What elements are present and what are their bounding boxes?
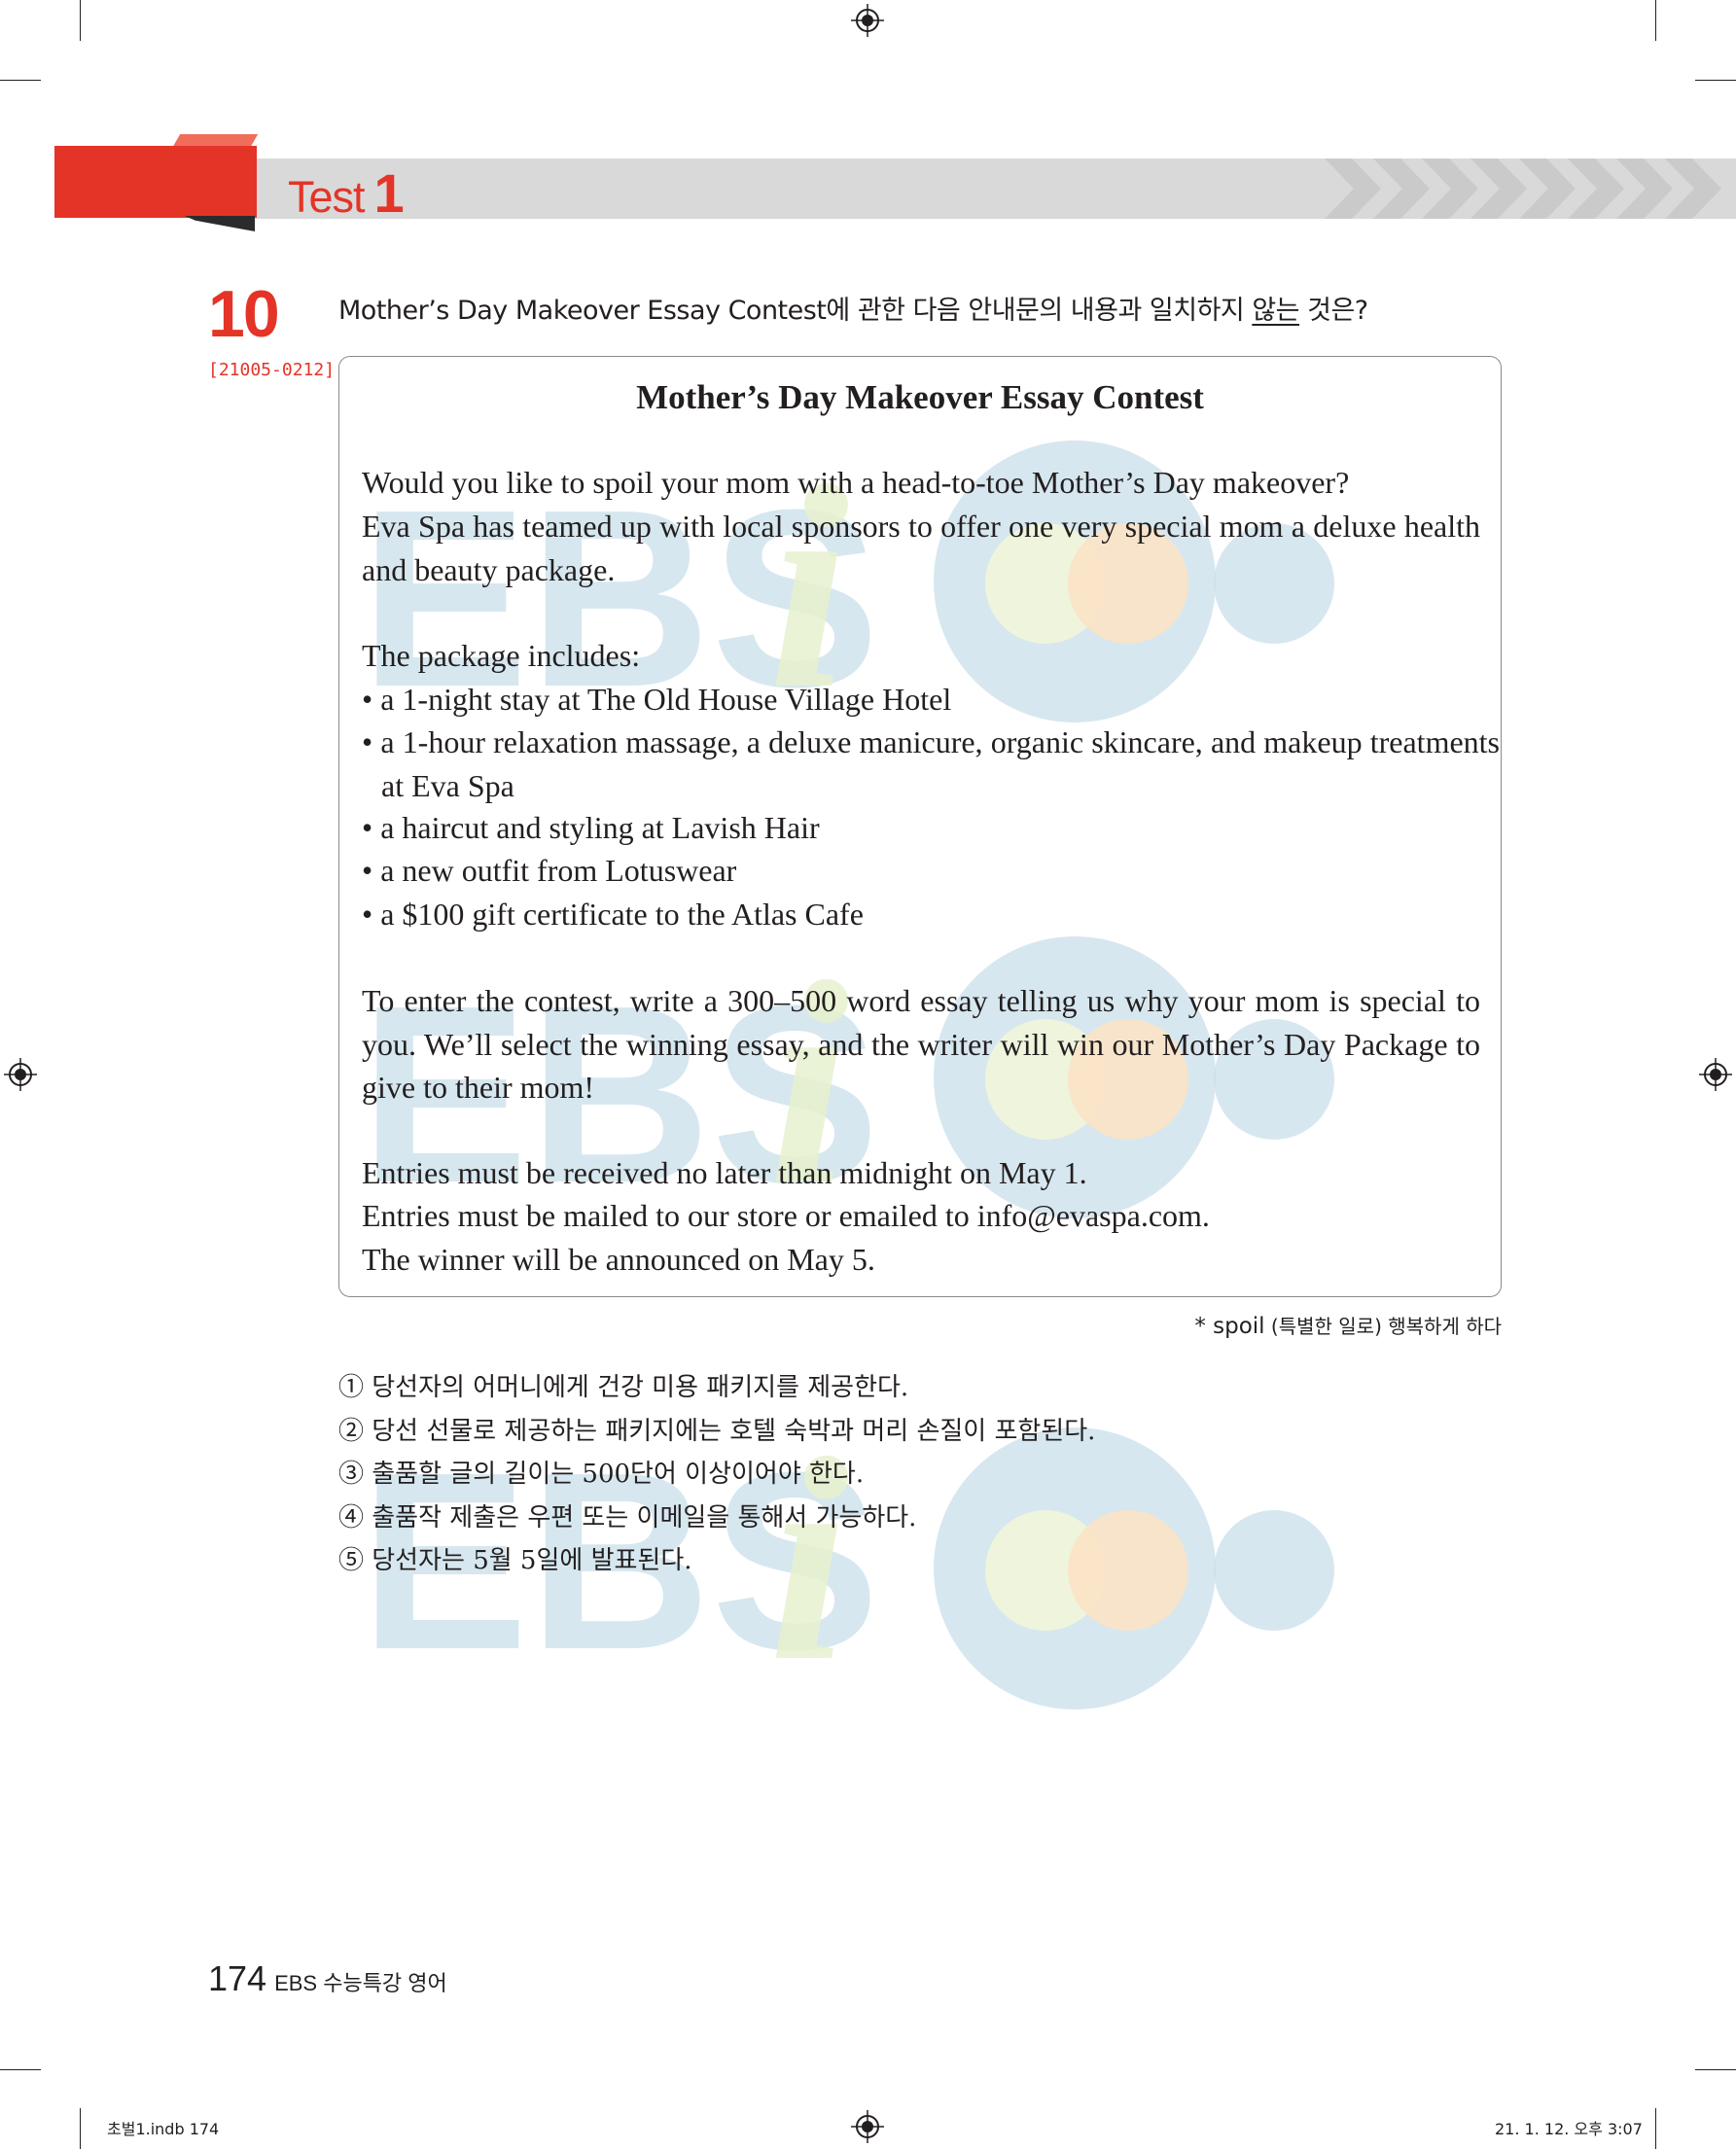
answer-options: ① 당선자의 어머니에게 건강 미용 패키지를 제공한다. ② 당선 선물로 제…	[338, 1366, 1095, 1583]
crop-mark	[1655, 0, 1656, 41]
package-item: • a 1-hour relaxation massage, a deluxe …	[362, 724, 1500, 803]
vocab-footnote: * spoil (특별한 일로) 행복하게 하다	[1194, 1311, 1502, 1339]
rule-line: Entries must be mailed to our store or e…	[362, 1198, 1210, 1233]
package-item: • a $100 gift certificate to the Atlas C…	[362, 897, 864, 932]
crop-mark	[0, 80, 41, 81]
passage-box: Mother’s Day Makeover Essay Contest Woul…	[338, 356, 1502, 1297]
date-slug: 21. 1. 12. 오후 3:07	[1495, 2120, 1643, 2138]
question-prompt: Mother’s Day Makeover Essay Contest에 관한 …	[338, 289, 1368, 327]
book-title: EBS 수능특강 영어	[274, 1971, 447, 1995]
package-item: • a new outfit from Lotuswear	[362, 853, 737, 888]
registration-mark-icon	[4, 1058, 37, 1091]
test-number: 1	[373, 162, 405, 224]
answer-option[interactable]: ⑤ 당선자는 5월 5일에 발표된다.	[338, 1539, 1095, 1583]
answer-option[interactable]: ④ 출품작 제출은 우편 또는 이메일을 통해서 가능하다.	[338, 1497, 1095, 1540]
passage-intro-2: Eva Spa has teamed up with local sponsor…	[362, 509, 1480, 587]
chevron-pattern	[1325, 159, 1721, 219]
registration-mark-icon	[851, 4, 884, 37]
file-slug: 초벌1.indb 174	[107, 2120, 220, 2138]
crop-mark	[1695, 80, 1736, 81]
test-word: Test	[288, 172, 366, 222]
crop-mark	[1695, 2069, 1736, 2070]
header-fold	[185, 216, 255, 231]
entry-paragraph: To enter the contest, write a 300–500 wo…	[362, 983, 1480, 1105]
header-band	[255, 159, 1736, 219]
prompt-text: Mother’s Day Makeover Essay Contest에 관한 …	[338, 296, 1253, 326]
footnote-gloss: (특별한 일로) 행복하게 하다	[1264, 1315, 1502, 1338]
crop-mark	[1655, 2108, 1656, 2149]
test-title: Test 1	[288, 161, 405, 225]
page-footer: 174 EBS 수능특강 영어	[208, 1958, 447, 1999]
passage-title: Mother’s Day Makeover Essay Contest	[636, 378, 1204, 416]
question-number: 10	[208, 277, 280, 351]
package-item: • a haircut and styling at Lavish Hair	[362, 810, 820, 845]
package-heading: The package includes:	[362, 638, 641, 673]
prompt-emphasis: 않는	[1252, 296, 1300, 326]
registration-mark-icon	[851, 2110, 884, 2143]
answer-option[interactable]: ② 당선 선물로 제공하는 패키지에는 호텔 숙박과 머리 손질이 포함된다.	[338, 1410, 1095, 1454]
header-red-tab	[54, 146, 257, 218]
answer-option[interactable]: ① 당선자의 어머니에게 건강 미용 패키지를 제공한다.	[338, 1366, 1095, 1410]
package-item: • a 1-night stay at The Old House Villag…	[362, 682, 952, 717]
prompt-text-end: 것은?	[1299, 296, 1368, 326]
page-number: 174	[208, 1958, 267, 1998]
registration-mark-icon	[1699, 1058, 1732, 1091]
passage-intro-1: Would you like to spoil your mom with a …	[362, 465, 1350, 500]
answer-option[interactable]: ③ 출품할 글의 길이는 500단어 이상이어야 한다.	[338, 1453, 1095, 1497]
footnote-word: * spoil	[1194, 1314, 1265, 1339]
crop-mark	[80, 0, 81, 41]
question-code: [21005-0212]	[208, 360, 336, 380]
rule-line: The winner will be announced on May 5.	[362, 1242, 875, 1277]
crop-mark	[80, 2108, 81, 2149]
rule-line: Entries must be received no later than m…	[362, 1155, 1087, 1190]
crop-mark	[0, 2069, 41, 2070]
